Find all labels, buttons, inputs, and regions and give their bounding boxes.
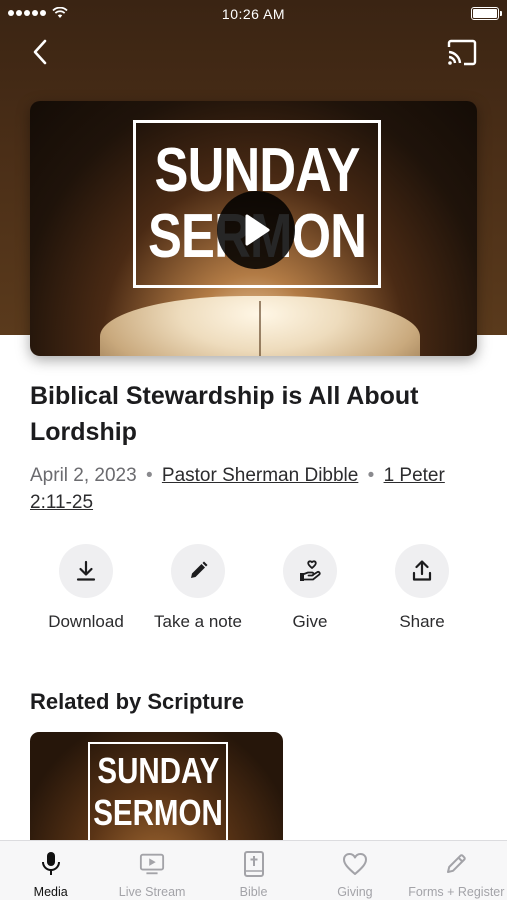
chevron-left-icon <box>33 39 47 65</box>
take-note-circle <box>171 544 225 598</box>
hand-heart-icon <box>300 560 321 581</box>
pencil-icon <box>443 851 469 877</box>
meta-separator: • <box>145 465 153 486</box>
cast-button[interactable] <box>445 38 479 68</box>
play-icon <box>245 214 270 246</box>
status-time: 10:26 AM <box>221 6 286 22</box>
tab-media[interactable]: Media <box>0 841 101 900</box>
tab-bar: Media Live Stream Bible Giving Forms + R… <box>0 840 507 900</box>
download-icon <box>76 560 96 581</box>
share-icon <box>412 560 432 581</box>
pencil-icon <box>191 561 208 578</box>
sermon-video-player[interactable]: SUNDAY SERMON <box>30 101 477 356</box>
tab-bible[interactable]: Bible <box>203 841 304 900</box>
bible-icon <box>241 851 267 877</box>
book-spine <box>259 301 261 356</box>
back-button[interactable] <box>24 36 56 68</box>
tab-bible-label: Bible <box>239 885 268 899</box>
download-circle <box>59 544 113 598</box>
download-label: Download <box>48 612 124 631</box>
share-circle <box>395 544 449 598</box>
heart-icon <box>342 851 368 877</box>
tab-live-stream[interactable]: Live Stream <box>101 841 202 900</box>
tab-forms-register[interactable]: Forms + Register <box>406 841 507 900</box>
status-bar: 10:26 AM <box>0 0 507 28</box>
related-heading: Related by Scripture <box>30 689 244 714</box>
take-note-button[interactable]: Take a note <box>142 544 254 639</box>
sermon-meta: April 2, 2023 • Pastor Sherman Dibble • … <box>30 462 480 516</box>
related-line-2: SERMON <box>93 792 223 833</box>
action-row: Download Take a note Give Share <box>30 544 478 639</box>
download-button[interactable]: Download <box>30 544 142 639</box>
microphone-icon <box>38 851 64 877</box>
take-note-label: Take a note <box>154 612 242 631</box>
tab-giving[interactable]: Giving <box>304 841 405 900</box>
wifi-icon <box>52 7 68 18</box>
give-label: Give <box>292 612 328 631</box>
speaker-link[interactable]: Pastor Sherman Dibble <box>162 465 358 486</box>
tab-media-label: Media <box>33 885 68 899</box>
related-line-1: SUNDAY <box>97 750 219 791</box>
cast-icon <box>447 39 477 66</box>
related-thumbnail-frame: SUNDAY SERMON <box>88 742 228 842</box>
battery-icon <box>471 7 502 20</box>
tab-live-stream-label: Live Stream <box>118 885 186 899</box>
play-button[interactable] <box>217 191 295 269</box>
tv-play-icon <box>139 851 165 877</box>
signal-indicators <box>8 7 68 19</box>
sermon-title: Biblical Stewardship is All About Lordsh… <box>30 382 419 446</box>
meta-separator: • <box>367 465 375 486</box>
give-circle <box>283 544 337 598</box>
tab-giving-label: Giving <box>337 885 373 899</box>
share-button[interactable]: Share <box>366 544 478 639</box>
tab-forms-register-label: Forms + Register <box>408 885 505 899</box>
share-label: Share <box>399 612 445 631</box>
sermon-date: April 2, 2023 <box>30 465 137 486</box>
signal-strength-icon <box>8 10 46 16</box>
give-button[interactable]: Give <box>254 544 366 639</box>
